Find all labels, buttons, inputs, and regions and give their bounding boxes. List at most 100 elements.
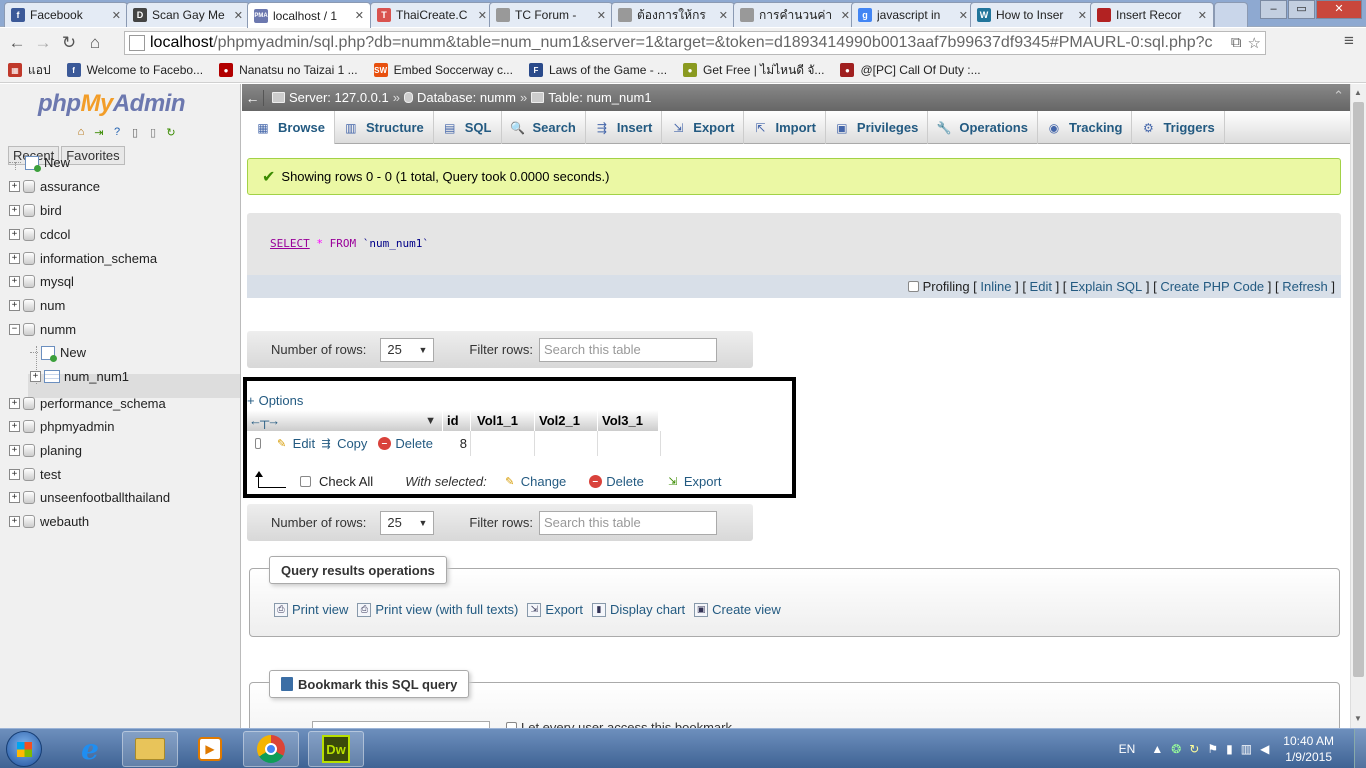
reload-nav-icon[interactable]: ↻ [164,125,178,139]
filter-rows-input[interactable]: Search this table [538,510,717,535]
page-action-icon[interactable]: ⧉ [1231,34,1242,52]
bulk-change-button[interactable]: ✎ Change [503,474,566,489]
sort-dropdown-icon[interactable]: ▼ [425,415,436,427]
column-header-id[interactable]: id [443,410,471,431]
filter-rows-input[interactable]: Search this table [538,337,717,362]
settings-icon[interactable]: ▯ [146,125,160,139]
tree-db-numm[interactable]: − numm [9,322,76,337]
tab-sql[interactable]: ▤ SQL [434,111,502,144]
row-checkbox[interactable] [255,438,261,449]
tab-import[interactable]: ⇱ Import [744,111,826,144]
bookmark-item[interactable]: F Laws of the Game - ... [528,63,667,77]
expand-icon[interactable]: + [9,445,20,456]
tray-app-icon[interactable]: ❂ [1171,742,1181,756]
print-view-link[interactable]: ⎙ Print view [274,602,348,617]
tree-db-num[interactable]: + num [9,298,65,313]
tree-db-test[interactable]: + test [9,467,61,482]
language-indicator[interactable]: EN [1119,742,1136,756]
explorer-icon[interactable] [122,731,178,767]
display-chart-link[interactable]: ▮ Display chart [591,602,685,617]
scroll-down-icon[interactable]: ▼ [1354,714,1362,723]
tree-db-cdcol[interactable]: + cdcol [9,227,70,242]
tab-export[interactable]: ⇲ Export [662,111,745,144]
new-tab-button[interactable] [1214,2,1248,27]
home-button[interactable]: ⌂ [82,33,108,53]
tab-triggers[interactable]: ⚙ Triggers [1132,111,1225,144]
scroll-up-icon[interactable]: ▲ [1354,88,1362,97]
column-header-vol3[interactable]: Vol3_1 [598,410,661,431]
close-window-button[interactable]: ✕ [1316,0,1362,19]
close-tab-icon[interactable]: ✕ [112,9,121,22]
delete-row-link[interactable]: – Delete [377,436,433,451]
create-view-link[interactable]: ▣ Create view [694,602,781,617]
rows-select[interactable]: 25 ▼ [380,510,435,535]
network-icon[interactable]: ▥ [1241,742,1252,756]
explain-sql-link[interactable]: Explain SQL [1070,279,1142,294]
tree-db-webauth[interactable]: + webauth [9,514,89,529]
close-tab-icon[interactable]: ✕ [597,9,606,22]
cell-vol2[interactable] [535,431,598,456]
browser-tab[interactable]: D Scan Gay Me ✕ [126,2,250,27]
check-all-label[interactable]: Check All [319,474,373,489]
expand-icon[interactable]: + [9,300,20,311]
cell-vol3[interactable] [598,431,661,456]
browser-tab[interactable]: ต้องการให้กร ✕ [611,2,735,27]
reload-button[interactable]: ↻ [56,33,82,53]
bookmark-item[interactable]: ▦ แอป [8,61,51,80]
expand-icon[interactable]: + [9,421,20,432]
home-icon[interactable]: ⌂ [74,125,88,139]
expand-icon[interactable]: + [9,492,20,503]
tray-sync-icon[interactable]: ↻ [1189,742,1199,756]
breadcrumb-server[interactable]: Server: 127.0.0.1 [272,90,389,105]
tree-table-num-num1[interactable]: + num_num1 [30,369,129,384]
tab-operations[interactable]: 🔧 Operations [928,111,1038,144]
tab-search[interactable]: 🔍 Search [502,111,586,144]
browser-tab[interactable]: Insert Recor ✕ [1090,2,1214,27]
tab-tracking[interactable]: ◉ Tracking [1038,111,1133,144]
bulk-delete-button[interactable]: – Delete [588,474,644,489]
expand-icon[interactable]: + [30,371,41,382]
column-resize-handle[interactable]: ←┬→ ▼ [247,410,443,431]
docs-icon[interactable]: ▯ [128,125,142,139]
bookmark-item[interactable]: f Welcome to Facebo... [66,63,203,77]
ie-icon[interactable]: e [62,731,118,767]
browser-tab[interactable]: W How to Inser ✕ [970,2,1094,27]
phpmyadmin-logo[interactable]: phpMyAdmin [38,90,186,118]
tree-new-item[interactable]: New [9,155,70,172]
expand-icon[interactable]: + [9,205,20,216]
help-icon[interactable]: ? [110,125,124,139]
address-bar[interactable]: localhost/phpmyadmin/sql.php?db=numm&tab… [124,31,1266,55]
copy-row-link[interactable]: ⇶ Copy [319,436,367,451]
bookmark-label-input[interactable] [312,721,490,728]
expand-icon[interactable]: + [9,516,20,527]
expand-icon[interactable]: + [9,276,20,287]
tree-new-item[interactable]: New [30,345,86,362]
column-header-vol1[interactable]: Vol1_1 [471,410,535,431]
action-center-icon[interactable]: ⚑ [1207,742,1218,756]
expand-icon[interactable]: + [9,229,20,240]
browser-tab[interactable]: TC Forum - ✕ [489,2,613,27]
tab-insert[interactable]: ⇶ Insert [586,111,663,144]
expand-icon[interactable]: + [9,469,20,480]
browser-tab[interactable]: PMA localhost / 1 ✕ [247,2,371,28]
options-toggle[interactable]: + Options [247,393,303,408]
back-button[interactable]: ← [4,33,30,53]
tree-db-information-schema[interactable]: + information_schema [9,251,157,266]
scrollbar-thumb[interactable] [1353,102,1364,677]
expand-columns-icon[interactable]: ←┬→ [249,413,280,428]
bookmark-item[interactable]: ● Get Free | ไม่ไหนดี จั... [683,61,824,80]
close-tab-icon[interactable]: ✕ [841,9,850,22]
tree-db-performance-schema[interactable]: + performance_schema [9,396,166,411]
bookmark-star-icon[interactable]: ☆ [1248,34,1261,52]
menu-icon[interactable]: ≡ [1336,31,1362,51]
dreamweaver-icon[interactable]: Dw [308,731,364,767]
tab-browse[interactable]: ▦ Browse [242,111,335,144]
cell-vol1[interactable] [471,431,535,456]
edit-row-link[interactable]: ✎ Edit [275,436,315,451]
export-results-link[interactable]: ⇲ Export [527,602,583,617]
volume-icon[interactable]: ◀ [1260,742,1269,756]
chrome-icon[interactable] [243,731,299,767]
logout-icon[interactable]: ⇥ [92,125,106,139]
create-php-code-link[interactable]: Create PHP Code [1160,279,1264,294]
start-button[interactable] [6,731,42,767]
